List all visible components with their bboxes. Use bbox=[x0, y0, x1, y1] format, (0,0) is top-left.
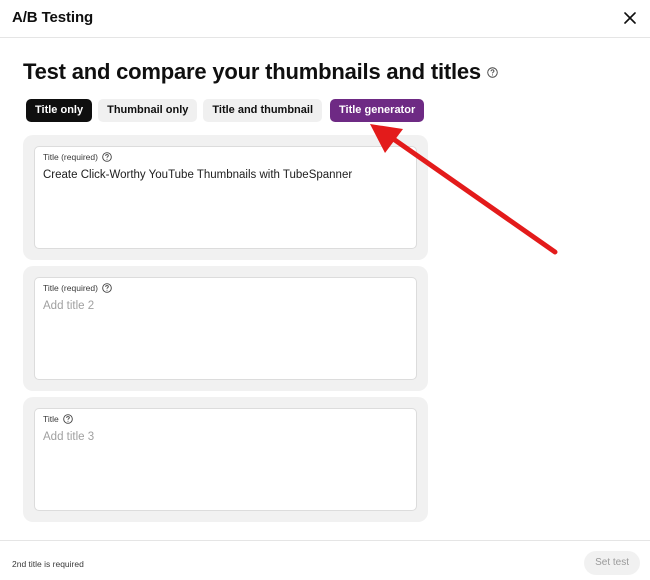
close-button[interactable] bbox=[620, 8, 640, 28]
dialog-footer: 2nd title is required Set test bbox=[0, 540, 650, 580]
tab-title-only[interactable]: Title only bbox=[26, 99, 93, 122]
title-input-2[interactable] bbox=[43, 300, 408, 312]
title-field-3-label-row: Title bbox=[43, 414, 73, 424]
title-field-3-label: Title bbox=[43, 414, 59, 424]
title-card-3: Title bbox=[23, 397, 428, 522]
set-test-button[interactable]: Set test bbox=[584, 551, 640, 575]
title-card-1: Title (required) Create Click-Worthy You… bbox=[23, 135, 428, 260]
close-icon bbox=[624, 12, 636, 24]
title-field-3[interactable]: Title bbox=[34, 408, 417, 511]
test-type-tabs: Title only Thumbnail only Title and thum… bbox=[26, 99, 425, 122]
tab-title-generator[interactable]: Title generator bbox=[330, 99, 425, 122]
title-field-2[interactable]: Title (required) bbox=[34, 277, 417, 380]
title-field-1-label-row: Title (required) bbox=[43, 152, 112, 162]
title-field-1-label: Title (required) bbox=[43, 152, 98, 162]
help-icon[interactable] bbox=[102, 283, 112, 293]
page-title: Test and compare your thumbnails and tit… bbox=[23, 59, 481, 84]
title-field-2-label: Title (required) bbox=[43, 283, 98, 293]
validation-message: 2nd title is required bbox=[12, 559, 84, 569]
tab-title-and-thumbnail[interactable]: Title and thumbnail bbox=[203, 99, 323, 122]
title-field-2-label-row: Title (required) bbox=[43, 283, 112, 293]
page-title-row: Test and compare your thumbnails and tit… bbox=[23, 58, 498, 86]
tab-thumbnail-only[interactable]: Thumbnail only bbox=[98, 99, 198, 122]
dialog-title: A/B Testing bbox=[12, 9, 94, 26]
help-icon[interactable] bbox=[487, 66, 498, 78]
title-input-3[interactable] bbox=[43, 431, 408, 443]
help-icon[interactable] bbox=[62, 414, 73, 424]
title-card-2: Title (required) bbox=[23, 266, 428, 391]
title-input-1[interactable]: Create Click-Worthy YouTube Thumbnails w… bbox=[43, 169, 408, 181]
title-field-1[interactable]: Title (required) Create Click-Worthy You… bbox=[34, 146, 417, 249]
help-icon[interactable] bbox=[102, 152, 112, 162]
dialog-header: A/B Testing bbox=[0, 0, 650, 38]
